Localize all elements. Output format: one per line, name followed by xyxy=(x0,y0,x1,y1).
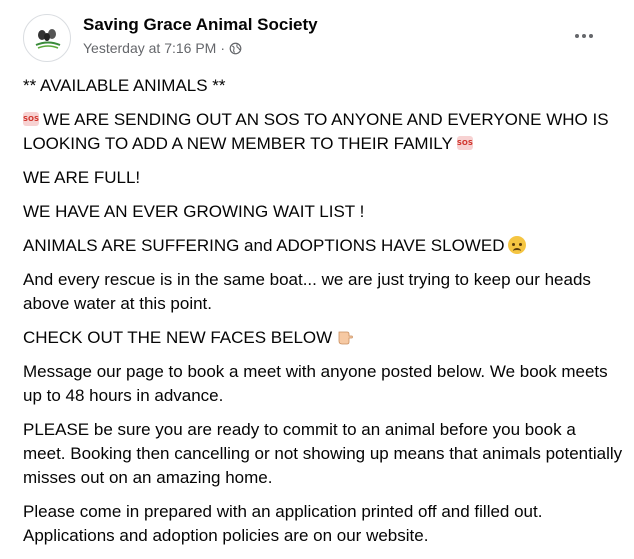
post-paragraph: WE ARE FULL! xyxy=(23,166,623,190)
post-paragraph: ANIMALS ARE SUFFERING and ADOPTIONS HAVE… xyxy=(23,234,623,258)
post-paragraph: ** AVAILABLE ANIMALS ** xyxy=(23,74,623,98)
post-paragraph: And every rescue is in the same boat... … xyxy=(23,268,623,316)
post-header: Saving Grace Animal Society Yesterday at… xyxy=(23,14,618,62)
post-paragraph: PLEASE be sure you are ready to commit t… xyxy=(23,418,623,490)
post-paragraph: WE ARE SENDING OUT AN SOS TO ANYONE AND … xyxy=(23,108,623,156)
paragraph-text: PLEASE be sure you are ready to commit t… xyxy=(23,420,623,487)
sad-face-emoji-icon xyxy=(508,236,527,254)
paragraph-text: ANIMALS ARE SUFFERING and ADOPTIONS HAVE… xyxy=(23,236,505,255)
meta-separator: · xyxy=(220,40,226,56)
sos-emoji-icon xyxy=(456,136,473,150)
more-options-icon xyxy=(575,34,593,38)
facebook-post: Saving Grace Animal Society Yesterday at… xyxy=(0,0,634,559)
logo-icon xyxy=(35,29,61,49)
sos-emoji-icon xyxy=(23,112,39,126)
paragraph-text: WE ARE SENDING OUT AN SOS TO ANYONE AND … xyxy=(23,110,609,153)
post-paragraph: CHECK OUT THE NEW FACES BELOW xyxy=(23,326,623,350)
paragraph-text: CHECK OUT THE NEW FACES BELOW xyxy=(23,328,333,347)
pointing-down-emoji-icon xyxy=(338,331,354,345)
more-options-button[interactable] xyxy=(566,22,602,50)
post-body: ** AVAILABLE ANIMALS ** WE ARE SENDING O… xyxy=(23,74,623,558)
paragraph-text: WE HAVE AN EVER GROWING WAIT LIST ! xyxy=(23,202,365,221)
globe-icon[interactable] xyxy=(229,42,242,55)
paragraph-text: And every rescue is in the same boat... … xyxy=(23,270,591,313)
page-avatar[interactable] xyxy=(23,14,71,62)
paragraph-text: Please come in prepared with an applicat… xyxy=(23,502,543,545)
post-meta: Yesterday at 7:16 PM · xyxy=(83,40,242,56)
paragraph-text: Message our page to book a meet with any… xyxy=(23,362,608,405)
page-name-link[interactable]: Saving Grace Animal Society xyxy=(83,15,318,35)
post-paragraph: Message our page to book a meet with any… xyxy=(23,360,623,408)
post-paragraph: WE HAVE AN EVER GROWING WAIT LIST ! xyxy=(23,200,623,224)
post-paragraph: Please come in prepared with an applicat… xyxy=(23,500,623,548)
timestamp-link[interactable]: Yesterday at 7:16 PM xyxy=(83,40,216,56)
paragraph-text: WE ARE FULL! xyxy=(23,168,141,187)
paragraph-text: ** AVAILABLE ANIMALS ** xyxy=(23,76,226,95)
